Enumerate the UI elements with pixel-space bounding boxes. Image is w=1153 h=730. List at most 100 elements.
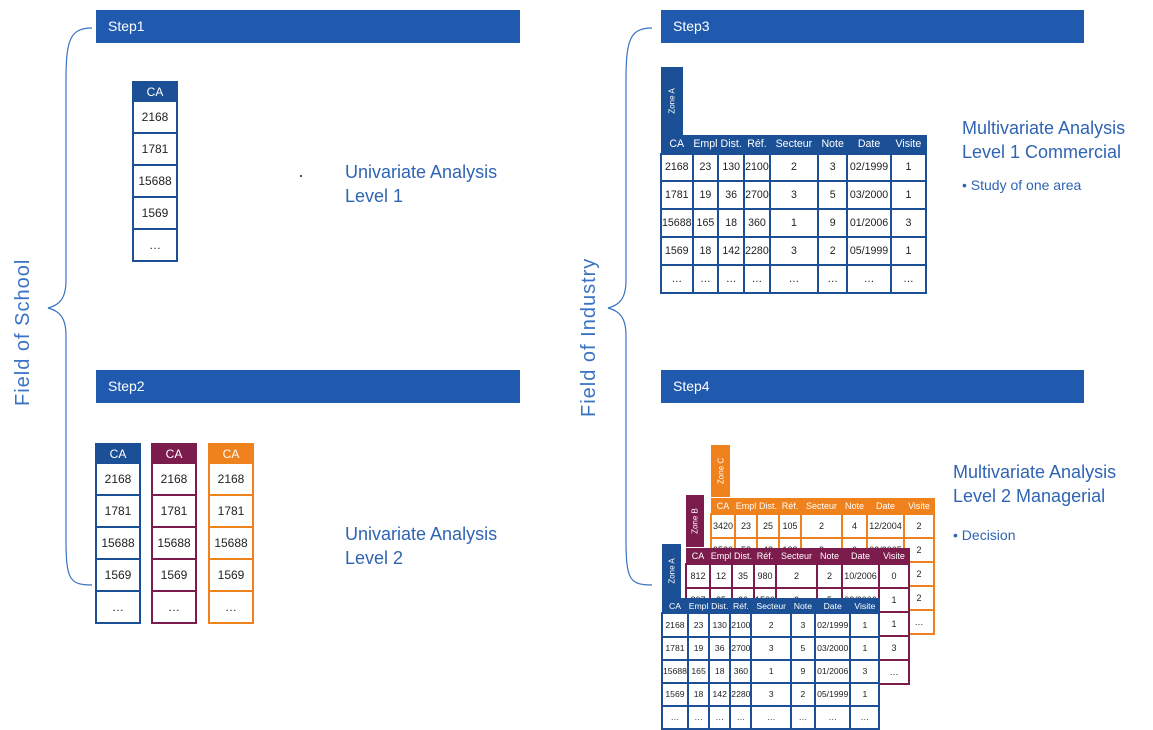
table-cell: 2100 [743,152,771,183]
table-cell: 12/2004 [866,513,905,539]
table-cell: … [846,264,892,295]
column-header: CA [95,443,141,464]
table-header-cell: Secteur [775,548,818,565]
table-cell: 812 [685,563,711,589]
step3-header: Step3 [661,10,1084,43]
step4-zone-a-table-grid: CA Empl Dist. Réf. Secteur Note Date Visite 2168… [661,598,881,730]
table-cell: … [889,264,928,295]
step2-analysis-title: Univariate Analysis [345,524,498,544]
table-header-cell: Réf. [753,548,777,565]
step3-table-zone-label: Zone A [667,88,677,114]
field-of-school-label: Field of School [12,258,34,406]
column-cell: … [95,590,141,624]
table-cell: 1 [878,611,911,637]
table-cell: 3 [768,180,820,211]
table-cell: 05/1999 [813,681,852,707]
table-cell: 2280 [729,681,753,707]
step1-analysis: Univariate Analysis Level 1 [345,160,497,208]
table-cell: … [729,704,753,730]
table-cell: 2 [903,513,935,539]
table-header-cell: Secteur [750,598,792,614]
table-header-cell: Empl [692,134,719,155]
table-cell: … [813,704,852,730]
table-header-cell: Note [817,134,848,155]
table-cell: 2 [800,513,843,539]
table-row: 2168 23 130 2100 2 3 02/1999 1 [661,612,881,638]
table-cell: 36 [717,180,746,211]
table-cell: 3 [889,208,928,239]
table-row: 812 12 35 980 2 2 10/2006 0 [685,563,911,589]
column-cell: 2168 [132,100,178,134]
step3-analysis-title: Multivariate Analysis [962,118,1126,138]
column-cell: 2168 [95,462,141,496]
table-header-cell: Réf. [778,498,802,515]
table-row: 15688 165 18 360 1 9 01/2006 3 [660,208,928,239]
table-cell: 10/2006 [841,563,881,589]
table-row: 1781 19 36 2700 3 5 03/2000 1 [660,180,928,211]
table-row: …………………… [660,264,928,295]
table-cell: 36 [708,635,732,661]
column-cell: 2168 [208,462,254,496]
table-row: 1781 19 36 2700 3 5 03/2000 1 [661,635,881,661]
table-cell: 2100 [729,612,753,638]
table-cell: 1 [849,681,881,707]
table-cell: 0 [878,563,911,589]
table-cell: 3420 [710,513,736,539]
table-cell: 18 [717,208,746,239]
table-header-cell: Date [814,598,851,614]
step2-analysis-level: Level 2 [345,548,404,568]
table-header-cell: Empl [687,598,710,614]
table-header-cell: Secteur [769,134,819,155]
table-row: 15688 165 18 360 1 9 01/2006 3 [661,658,881,684]
table-cell: 4 [841,513,868,539]
table-cell: 1781 [661,635,689,661]
table-cell: … [708,704,732,730]
step4-analysis-level: Level 2 Managerial [953,486,1106,506]
column-header: CA [208,443,254,464]
step4-zone-c-table-zone-tab: Zone C [711,445,730,497]
column-cell: 15688 [132,164,178,198]
step4-analysis-title: Multivariate Analysis [953,462,1117,482]
table-cell: 02/1999 [846,152,892,183]
table-cell: 130 [717,152,746,183]
table-cell: … [750,704,792,730]
column-cell: 1781 [151,494,197,528]
table-cell: 142 [717,236,746,267]
table-cell: 19 [691,180,720,211]
table-cell: 35 [731,563,755,589]
table-cell: 23 [691,152,720,183]
table-cell: 1 [878,587,911,613]
table-row: 1569 18 142 2280 3 2 05/1999 1 [661,681,881,707]
table-header-cell: Réf. [743,134,771,155]
step2-header: Step2 [96,370,520,403]
step2-ca-table-1: CA 2168 1781 15688 1569… [95,443,141,624]
table-cell: 980 [752,563,778,589]
step1-header: Step1 [96,10,520,43]
table-cell: 3 [816,152,849,183]
table-cell: 3 [768,236,820,267]
table-cell: 2168 [660,152,694,183]
table-cell: 2 [768,152,820,183]
table-cell: 1569 [661,681,689,707]
table-cell: … [816,264,849,295]
table-cell: 165 [686,658,711,684]
column-cell: 1569 [132,196,178,230]
table-header-cell: Secteur [800,498,843,515]
table-cell: 142 [708,681,732,707]
table-cell: 1 [889,236,928,267]
column-cell: … [208,590,254,624]
table-cell: 165 [691,208,720,239]
table-header-cell: CA [661,598,689,614]
table-cell: 18 [708,658,732,684]
table-cell: 1569 [660,236,694,267]
column-cell: … [132,228,178,262]
table-cell: … [743,264,771,295]
table-cell: … [849,704,881,730]
table-cell: 3 [789,612,816,638]
table-cell: 15688 [660,208,694,239]
column-cell: 1569 [95,558,141,592]
table-header-cell: Dist. [756,498,780,515]
step3-bullet: • Study of one area [962,177,1082,193]
table-cell: 01/2006 [846,208,892,239]
table-cell: 3 [849,658,881,684]
